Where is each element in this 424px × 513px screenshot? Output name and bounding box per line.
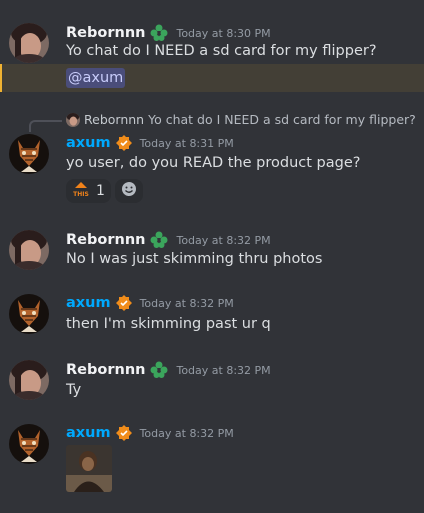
reply-author[interactable]: Rebornnn bbox=[84, 112, 144, 127]
verified-badge-icon bbox=[115, 135, 132, 151]
avatar[interactable] bbox=[9, 23, 49, 63]
username[interactable]: axum bbox=[66, 425, 111, 441]
reaction-count: 1 bbox=[96, 183, 105, 199]
smiley-icon bbox=[121, 181, 137, 201]
reply-preview[interactable]: Rebornnn Yo chat do I NEED a sd card for… bbox=[66, 112, 416, 127]
avatar[interactable] bbox=[9, 230, 49, 270]
role-badge-icon bbox=[150, 361, 168, 379]
svg-text:THIS: THIS bbox=[73, 191, 89, 197]
reactions-bar: THIS 1 bbox=[66, 179, 143, 203]
timestamp[interactable]: Today at 8:32 PM bbox=[140, 427, 234, 440]
message-text: No I was just skimming thru photos bbox=[66, 251, 323, 267]
verified-badge-icon bbox=[115, 295, 132, 311]
this-emoji-icon: THIS bbox=[72, 181, 90, 201]
timestamp[interactable]: Today at 8:32 PM bbox=[140, 297, 234, 310]
username[interactable]: Rebornnn bbox=[66, 362, 145, 378]
username[interactable]: Rebornnn bbox=[66, 25, 145, 41]
role-badge-icon bbox=[150, 231, 168, 249]
username[interactable]: axum bbox=[66, 295, 111, 311]
mention-highlight bbox=[0, 64, 424, 92]
verified-badge-icon bbox=[115, 425, 132, 441]
add-reaction-button[interactable] bbox=[114, 179, 143, 203]
message-text: yo user, do you READ the product page? bbox=[66, 155, 361, 171]
timestamp[interactable]: Today at 8:30 PM bbox=[176, 27, 270, 40]
reaction-this[interactable]: THIS 1 bbox=[66, 179, 111, 203]
avatar[interactable] bbox=[9, 360, 49, 400]
role-badge-icon bbox=[150, 24, 168, 42]
avatar[interactable] bbox=[9, 424, 49, 464]
reply-connector bbox=[29, 120, 62, 132]
reply-avatar bbox=[66, 112, 80, 127]
message-text: Yo chat do I NEED a sd card for my flipp… bbox=[66, 43, 377, 59]
username[interactable]: Rebornnn bbox=[66, 232, 145, 248]
timestamp[interactable]: Today at 8:32 PM bbox=[176, 234, 270, 247]
timestamp[interactable]: Today at 8:31 PM bbox=[140, 137, 234, 150]
reply-text: Yo chat do I NEED a sd card for my flipp… bbox=[148, 112, 416, 127]
avatar[interactable] bbox=[9, 294, 49, 334]
message-text: Ty bbox=[66, 382, 82, 398]
message-text: then I'm skimming past ur q bbox=[66, 316, 271, 332]
timestamp[interactable]: Today at 8:32 PM bbox=[176, 364, 270, 377]
avatar[interactable] bbox=[9, 134, 49, 174]
username[interactable]: axum bbox=[66, 135, 111, 151]
image-attachment[interactable] bbox=[66, 445, 112, 492]
user-mention[interactable]: @axum bbox=[66, 68, 126, 88]
